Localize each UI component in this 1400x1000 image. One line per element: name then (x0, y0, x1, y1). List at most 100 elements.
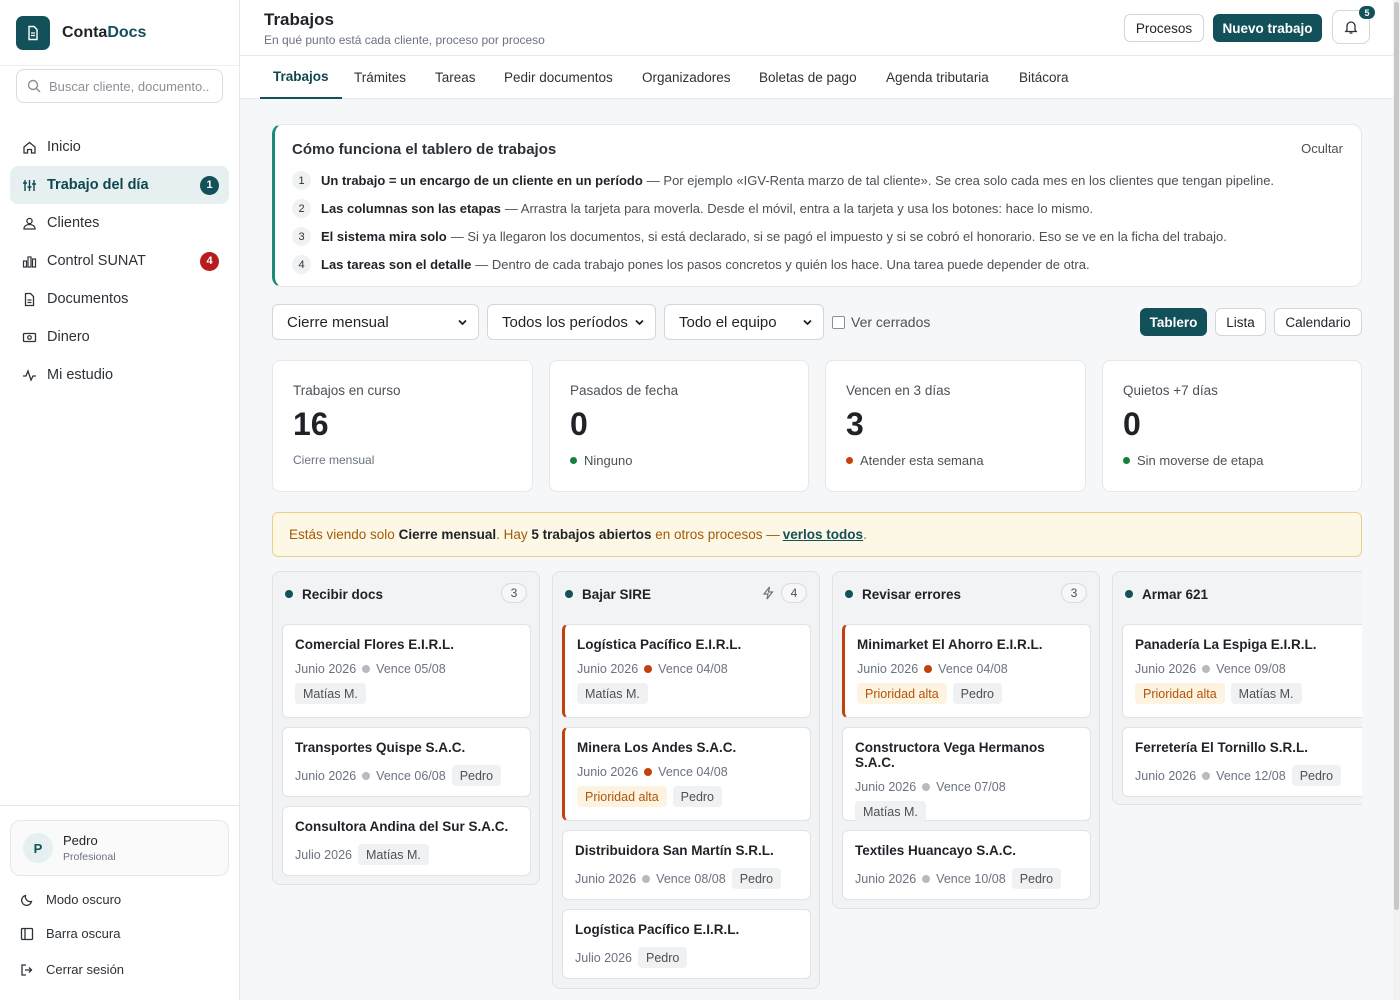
tab-pedir-documentos[interactable]: Pedir documentos (491, 56, 626, 98)
hide-howto-button[interactable]: Ocultar (1301, 141, 1343, 156)
nav-item-control-sunat[interactable]: Control SUNAT 4 (10, 242, 229, 280)
tab-tramites[interactable]: Trámites (341, 56, 419, 98)
tab-organizadores[interactable]: Organizadores (629, 56, 744, 98)
nav-item-inicio[interactable]: Inicio (10, 128, 229, 166)
kanban-icon (21, 177, 37, 193)
howto-panel: Cómo funciona el tablero de trabajos Ocu… (272, 124, 1362, 287)
tab-trabajos[interactable]: Trabajos (260, 56, 342, 99)
kpi-label: Trabajos en curso (293, 383, 401, 398)
board-column-recibir-docs: Recibir docs 3 Comercial Flores E.I.R.L.… (272, 571, 540, 885)
dark-bar-toggle[interactable]: Barra oscura (20, 926, 120, 941)
meta-dot (642, 874, 651, 883)
lightning-icon[interactable] (762, 586, 775, 600)
column-count: 3 (1061, 583, 1087, 603)
job-card[interactable]: Minera Los Andes S.A.C. Junio 2026 Vence … (562, 727, 811, 821)
new-job-button[interactable]: Nuevo trabajo (1213, 14, 1322, 42)
job-card[interactable]: Distribuidora San Martín S.R.L. Junio 20… (562, 830, 811, 900)
nav-item-mi-estudio[interactable]: Mi estudio (10, 356, 229, 394)
nav-item-label: Inicio (47, 139, 81, 155)
process-select-value: Cierre mensual (287, 313, 389, 331)
kpi-card-due-soon: Vencen en 3 días 3 Atender esta semana (825, 360, 1086, 492)
job-card[interactable]: Logística Pacífico E.I.R.L. Julio 2026 Pe… (562, 909, 811, 979)
search-input[interactable] (49, 78, 209, 94)
view-calendar-button[interactable]: Calendario (1274, 308, 1362, 336)
card-due: Vence 04/08 (938, 662, 1008, 676)
card-meta: Junio 2026 Vence 04/08 (577, 765, 798, 779)
period-select[interactable]: Todos los períodos (487, 304, 656, 340)
card-meta: Junio 2026 Vence 04/08 (857, 662, 1078, 676)
meta-dot (922, 783, 931, 791)
checkbox-box[interactable] (832, 315, 845, 329)
chevron-down-icon (458, 319, 467, 326)
process-select[interactable]: Cierre mensual (272, 304, 479, 340)
kpi-card-overdue: Pasados de fecha 0 Ninguno (549, 360, 809, 492)
tab-bitacora[interactable]: Bitácora (1006, 56, 1082, 98)
card-meta: Junio 2026 Vence 10/08 Pedro (855, 868, 1078, 889)
logout-button[interactable]: Cerrar sesión (20, 962, 124, 977)
howto-title: Cómo funciona el tablero de trabajos (292, 141, 557, 158)
tab-tareas[interactable]: Tareas (422, 56, 489, 98)
banner-text: en otros procesos — (655, 527, 780, 542)
job-card[interactable]: Ferretería El Tornillo S.R.L. Junio 2026… (1122, 727, 1362, 797)
brand[interactable]: ContaDocs (0, 0, 239, 66)
job-card[interactable]: Comercial Flores E.I.R.L. Junio 2026 Venc… (282, 624, 531, 718)
job-card[interactable]: Logística Pacífico E.I.R.L. Junio 2026 Ve… (562, 624, 811, 718)
chevron-down-icon (635, 319, 644, 326)
step-text: — Dentro de cada trabajo pones los pasos… (475, 257, 1090, 272)
scrollbar-thumb[interactable] (1394, 2, 1399, 910)
brand-name: ContaDocs (62, 24, 146, 42)
show-closed-checkbox[interactable]: Ver cerrados (832, 314, 930, 330)
nav-item-dinero[interactable]: Dinero (10, 318, 229, 356)
nav-item-clientes[interactable]: Clientes (10, 204, 229, 242)
moon-icon (20, 893, 36, 907)
kpi-card-in-progress: Trabajos en curso 16 Cierre mensual (272, 360, 533, 492)
tab-boletas-de-pago[interactable]: Boletas de pago (746, 56, 870, 98)
job-card[interactable]: Consultora Andina del Sur S.A.C. Julio 2… (282, 806, 531, 876)
processes-button[interactable]: Procesos (1124, 14, 1204, 42)
card-title: Ferretería El Tornillo S.R.L. (1135, 740, 1309, 755)
column-title: Bajar SIRE (582, 586, 652, 602)
notifications-button[interactable]: 5 (1332, 6, 1375, 44)
kpi-label: Vencen en 3 días (846, 383, 951, 398)
view-all-link[interactable]: verlos todos (783, 527, 863, 542)
nav-item-trabajo-del-dia[interactable]: Trabajo del día 1 (10, 166, 229, 204)
card-due: Vence 12/08 (1216, 768, 1286, 783)
job-card[interactable]: Transportes Quispe S.A.C. Junio 2026 Venc… (282, 727, 531, 797)
kpi-value: 3 (846, 406, 864, 442)
kpi-note-text: Ninguno (584, 453, 633, 468)
user-card[interactable]: P Pedro Profesional (10, 820, 229, 876)
search-icon (27, 79, 41, 93)
nav-item-documentos[interactable]: Documentos (10, 280, 229, 318)
howto-step: 1 Un trabajo = un encargo de un cliente … (292, 171, 1274, 190)
meta-dot (1202, 665, 1211, 673)
dark-mode-label: Modo oscuro (46, 892, 122, 907)
job-card[interactable]: Constructora Vega Hermanos S.A.C. Junio … (842, 727, 1091, 822)
tab-agenda-tributaria[interactable]: Agenda tributaria (873, 56, 1002, 98)
logout-icon (20, 963, 36, 977)
job-card[interactable]: Panadería La Espiga E.I.R.L. Junio 2026 V… (1122, 624, 1362, 718)
job-card[interactable]: Textiles Huancayo S.A.C. Junio 2026 Vence… (842, 830, 1091, 900)
money-icon (21, 329, 37, 345)
dark-bar-label: Barra oscura (46, 926, 121, 941)
card-due: Vence 06/08 (376, 768, 446, 783)
chevron-down-icon (803, 319, 812, 326)
meta-dot (644, 665, 653, 673)
assignee-tag: Matías M. (1230, 683, 1302, 704)
page-title: Trabajos (264, 10, 334, 29)
view-list-button[interactable]: Lista (1215, 308, 1266, 336)
step-bold: El sistema mira solo (321, 229, 447, 244)
column-dot (565, 590, 573, 598)
card-period: Junio 2026 (855, 871, 917, 886)
assignee-tag: Pedro (638, 947, 688, 968)
notifications-badge: 5 (1359, 6, 1375, 19)
user-name: Pedro (63, 833, 98, 848)
column-header: Armar 621 2 (1113, 572, 1362, 616)
meta-dot (362, 771, 371, 780)
team-select[interactable]: Todo el equipo (664, 304, 824, 340)
assignee-tag: Pedro (672, 786, 723, 807)
team-select-value: Todo el equipo (679, 313, 777, 331)
assignee-tag: Pedro (1291, 765, 1342, 786)
job-card[interactable]: Minimarket El Ahorro E.I.R.L. Junio 2026… (842, 624, 1091, 718)
dark-mode-toggle[interactable]: Modo oscuro (20, 892, 121, 907)
view-board-button[interactable]: Tablero (1140, 308, 1207, 336)
